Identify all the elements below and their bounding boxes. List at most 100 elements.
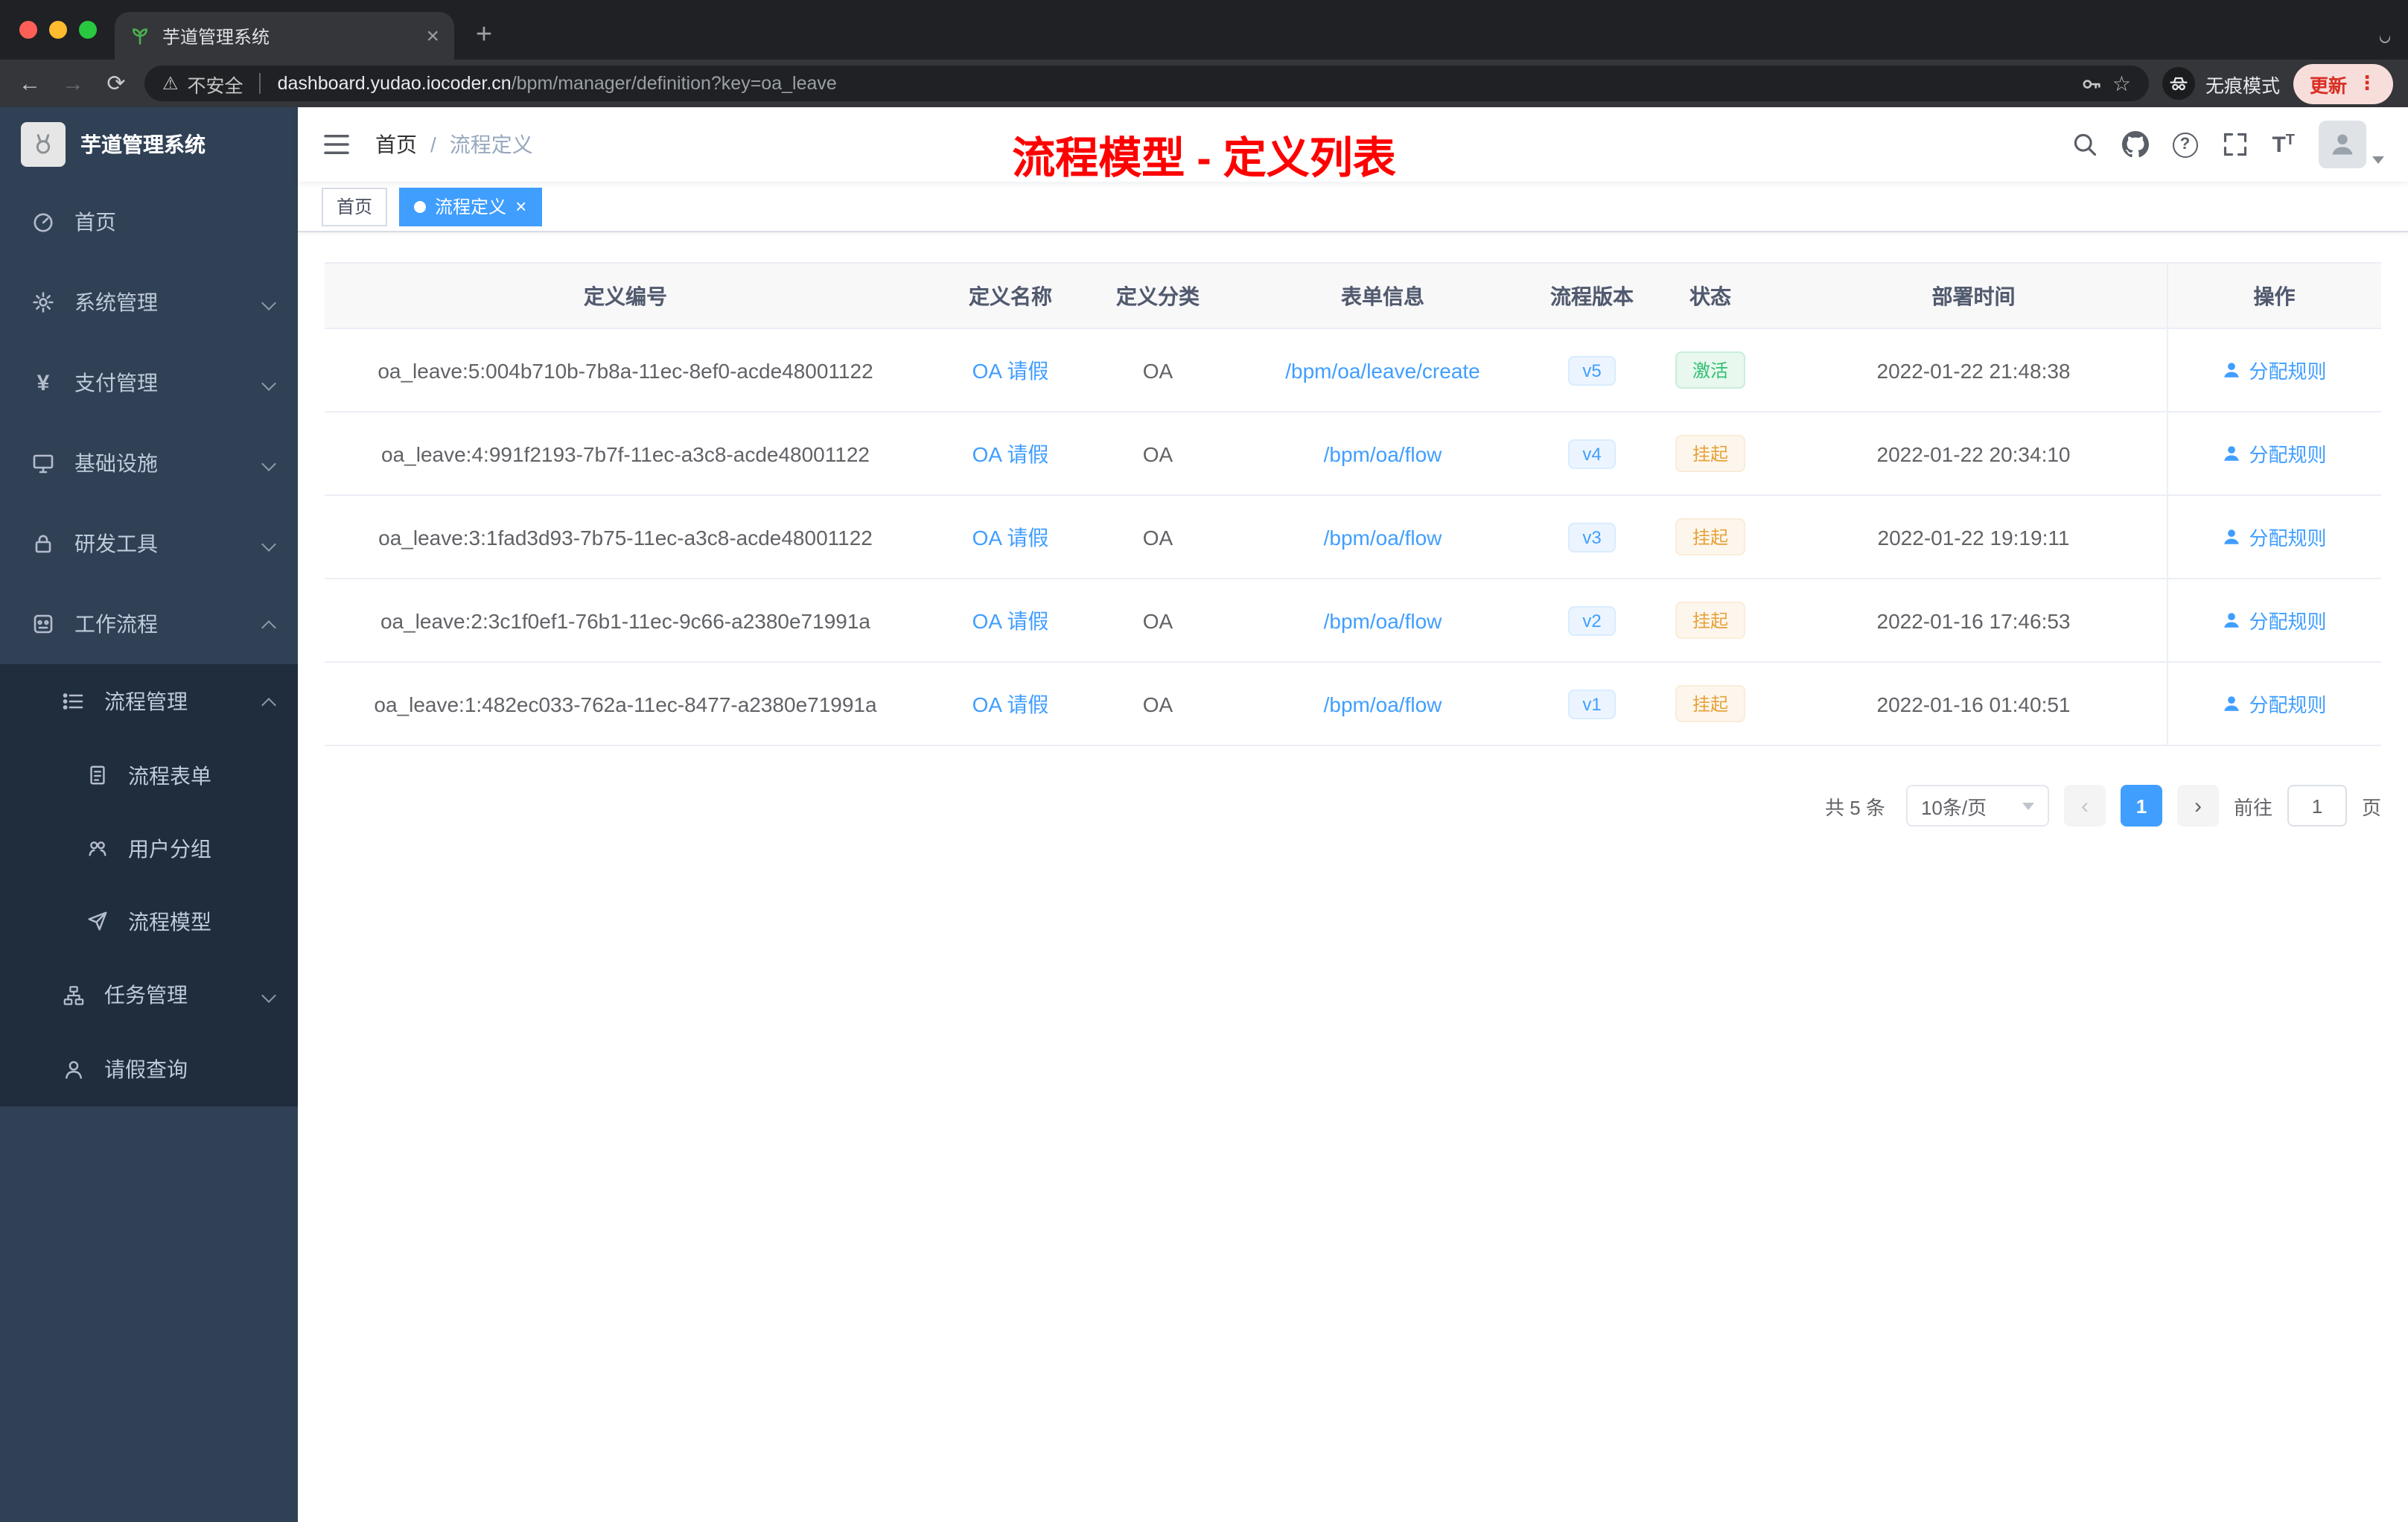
tag-close-icon[interactable]: × [515, 197, 526, 216]
cell-definition-id: oa_leave:1:482ec033-762a-11ec-8477-a2380… [325, 662, 926, 746]
cell-deploy-time: 2022-01-22 21:48:38 [1781, 328, 2167, 413]
cell-category: OA [1095, 328, 1221, 413]
assign-rule-link[interactable]: 分配规则 [2222, 690, 2327, 718]
table-row[interactable]: oa_leave:2:3c1f0ef1-76b1-11ec-9c66-a2380… [325, 579, 2381, 663]
browser-chrome: 芋道管理系统 × + ← → ⟳ ⚠ 不安全 dashboard.yudao.i… [0, 0, 2408, 107]
security-warning-icon[interactable]: ⚠ [162, 73, 179, 94]
definition-name-link[interactable]: OA 请假 [972, 692, 1049, 716]
sidebar-item-payment[interactable]: ¥ 支付管理 [0, 343, 298, 423]
assign-rule-link[interactable]: 分配规则 [2222, 523, 2327, 551]
new-tab-button[interactable]: + [463, 15, 505, 57]
cell-category: OA [1095, 412, 1221, 496]
goto-page-input[interactable] [2287, 785, 2347, 827]
close-window-button[interactable] [19, 21, 37, 39]
table-row[interactable]: oa_leave:5:004b710b-7b8a-11ec-8ef0-acde4… [325, 328, 2381, 413]
pagination-total: 共 5 条 [1825, 796, 1885, 818]
page-size-select[interactable]: 10条/页 [1905, 785, 2049, 827]
github-icon[interactable] [2121, 131, 2149, 158]
sidebar-item-infra[interactable]: 基础设施 [0, 423, 298, 503]
form-link[interactable]: /bpm/oa/leave/create [1285, 358, 1480, 382]
table-row[interactable]: oa_leave:1:482ec033-762a-11ec-8477-a2380… [325, 662, 2381, 746]
sidebar-logo[interactable]: 芋道管理系统 [0, 107, 298, 182]
form-link[interactable]: /bpm/oa/flow [1324, 608, 1442, 632]
goto-label: 前往 [2233, 796, 2272, 818]
workflow-submenu: 流程管理 流程表单 用户分组 流程模型 任务管理 请假查询 [0, 664, 298, 1107]
forward-button[interactable]: → [58, 71, 88, 96]
sidebar-toggle-icon[interactable] [322, 130, 351, 159]
help-icon[interactable]: ? [2172, 132, 2198, 157]
omnibox-divider [259, 73, 261, 94]
browser-menu-icon[interactable]: ⋮ [2357, 71, 2377, 95]
tag-process-definition[interactable]: 流程定义 × [399, 187, 542, 226]
update-button[interactable]: 更新 ⋮ [2293, 63, 2393, 104]
sidebar-item-process-mgmt[interactable]: 流程管理 [0, 664, 298, 739]
definition-name-link[interactable]: OA 请假 [972, 358, 1049, 382]
zoom-window-button[interactable] [79, 21, 97, 39]
send-icon [83, 910, 110, 932]
definition-name-link[interactable]: OA 请假 [972, 525, 1049, 549]
table-row[interactable]: oa_leave:3:1fad3d93-7b75-11ec-a3c8-acde4… [325, 495, 2381, 579]
font-size-icon[interactable]: TT [2272, 132, 2295, 157]
form-link[interactable]: /bpm/oa/flow [1324, 692, 1442, 716]
tab-close-icon[interactable]: × [426, 25, 439, 47]
col-definition-category: 定义分类 [1095, 262, 1221, 329]
url-text[interactable]: dashboard.yudao.iocoder.cn/bpm/manager/d… [278, 73, 2072, 94]
assign-rule-link[interactable]: 分配规则 [2222, 439, 2327, 468]
version-badge: v3 [1567, 522, 1617, 552]
assign-rule-link[interactable]: 分配规则 [2222, 606, 2327, 634]
monitor-icon [30, 451, 57, 475]
assign-rule-link[interactable]: 分配规则 [2222, 356, 2327, 384]
browser-tab[interactable]: 芋道管理系统 × [115, 12, 454, 60]
form-link[interactable]: /bpm/oa/flow [1324, 442, 1442, 465]
pagination: 共 5 条 10条/页 ‹ 1 › 前往 页 [325, 785, 2381, 827]
definition-name-link[interactable]: OA 请假 [972, 442, 1049, 465]
bookmark-star-icon[interactable]: ☆ [2112, 71, 2131, 96]
sidebar-item-user-group[interactable]: 用户分组 [0, 812, 298, 885]
status-badge: 激活 [1675, 351, 1745, 389]
minimize-window-button[interactable] [49, 21, 67, 39]
address-bar[interactable]: ⚠ 不安全 dashboard.yudao.iocoder.cn/bpm/man… [144, 66, 2149, 101]
chevron-down-icon [261, 536, 276, 551]
table-row[interactable]: oa_leave:4:991f2193-7b7f-11ec-a3c8-acde4… [325, 412, 2381, 496]
reload-button[interactable]: ⟳ [101, 70, 131, 97]
cell-definition-id: oa_leave:3:1fad3d93-7b75-11ec-a3c8-acde4… [325, 495, 926, 579]
sidebar-item-process-model[interactable]: 流程模型 [0, 885, 298, 958]
sidebar-item-system[interactable]: 系统管理 [0, 262, 298, 343]
sidebar-item-devtools[interactable]: 研发工具 [0, 503, 298, 584]
sidebar-item-workflow[interactable]: 工作流程 [0, 584, 298, 664]
breadcrumb-separator: / [430, 133, 436, 156]
cell-definition-id: oa_leave:5:004b710b-7b8a-11ec-8ef0-acde4… [325, 328, 926, 413]
user-menu[interactable] [2319, 121, 2384, 168]
app-frame: 芋道管理系统 首页 系统管理 ¥ 支付管理 基础设施 研发工具 工作流程 流程管… [0, 107, 2408, 1522]
window-controls [0, 0, 115, 39]
lock-icon [30, 532, 57, 555]
password-key-icon[interactable] [2081, 72, 2103, 95]
cell-category: OA [1095, 579, 1221, 663]
tag-home[interactable]: 首页 [322, 187, 388, 226]
prev-page-button[interactable]: ‹ [2063, 785, 2106, 827]
avatar [2319, 121, 2366, 168]
security-label[interactable]: 不安全 [188, 69, 243, 98]
page-1-button[interactable]: 1 [2120, 785, 2162, 827]
people-icon [83, 837, 110, 859]
cell-deploy-time: 2022-01-16 17:46:53 [1781, 579, 2167, 663]
sidebar-item-leave-query[interactable]: 请假查询 [0, 1032, 298, 1107]
list-icon [60, 690, 86, 713]
cell-deploy-time: 2022-01-22 20:34:10 [1781, 412, 2167, 496]
form-link[interactable]: /bpm/oa/flow [1324, 525, 1442, 549]
version-badge: v2 [1567, 605, 1617, 635]
next-page-button[interactable]: › [2176, 785, 2219, 827]
cell-category: OA [1095, 662, 1221, 746]
breadcrumb-home[interactable]: 首页 [375, 130, 417, 159]
sidebar-item-process-form[interactable]: 流程表单 [0, 739, 298, 812]
back-button[interactable]: ← [15, 71, 45, 96]
fullscreen-icon[interactable] [2221, 131, 2248, 158]
tab-search-icon[interactable] [2377, 24, 2392, 51]
status-badge: 挂起 [1675, 685, 1745, 722]
search-icon[interactable] [2071, 131, 2098, 158]
chevron-down-icon [261, 295, 276, 310]
table-header-row: 定义编号 定义名称 定义分类 表单信息 流程版本 状态 部署时间 操作 [325, 262, 2381, 329]
sidebar-item-home[interactable]: 首页 [0, 182, 298, 262]
sidebar-item-task-mgmt[interactable]: 任务管理 [0, 958, 298, 1032]
definition-name-link[interactable]: OA 请假 [972, 608, 1049, 632]
